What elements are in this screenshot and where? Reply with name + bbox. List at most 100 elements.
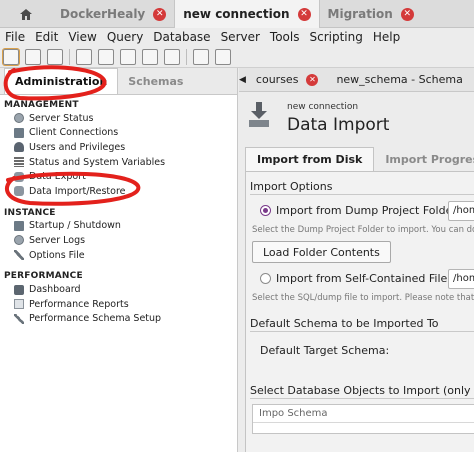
close-icon[interactable]: ✕ bbox=[297, 7, 311, 21]
sidebar-item-status-variables[interactable]: Status and System Variables bbox=[0, 155, 237, 170]
logs-icon bbox=[14, 235, 24, 246]
sidebar-item-data-export[interactable]: Data Export bbox=[0, 169, 237, 184]
toolbar bbox=[0, 46, 474, 68]
reconnect-icon[interactable] bbox=[215, 48, 231, 65]
sidebar-item-performance-schema-setup[interactable]: Performance Schema Setup bbox=[0, 312, 237, 327]
sidebar-item-options-file[interactable]: Options File bbox=[0, 248, 237, 263]
sidebar-item-label: Data Import/Restore bbox=[29, 185, 126, 197]
create-function-icon[interactable] bbox=[164, 48, 180, 65]
new-sql-tab-icon[interactable] bbox=[2, 47, 20, 66]
self-contained-path-input[interactable]: /home bbox=[448, 269, 474, 289]
toolbar-separator bbox=[69, 48, 70, 65]
toolbar-separator bbox=[186, 48, 187, 65]
dump-folder-path-input[interactable]: /home bbox=[448, 201, 474, 221]
group-divider bbox=[250, 194, 474, 195]
menu-edit[interactable]: Edit bbox=[30, 30, 63, 44]
data-import-header: new connection Data Import bbox=[239, 92, 474, 140]
chevron-left-icon[interactable]: ◀ bbox=[239, 75, 246, 85]
sidebar-item-label: Startup / Shutdown bbox=[29, 220, 121, 232]
performance-header: PERFORMANCE bbox=[4, 271, 83, 282]
connection-tab-label: Migration bbox=[327, 7, 393, 21]
create-table-icon[interactable] bbox=[98, 48, 114, 65]
radio-dump-folder[interactable]: Import from Dump Project Folder bbox=[260, 204, 457, 217]
group-divider bbox=[250, 331, 474, 332]
menu-server[interactable]: Server bbox=[216, 30, 265, 44]
radio-label: Import from Self-Contained File bbox=[276, 272, 448, 285]
wrench-icon bbox=[14, 250, 24, 261]
schema-objects-table[interactable]: Impo Schema bbox=[252, 404, 474, 434]
main-pane: ◀ courses ✕ new_schema - Schema new conn… bbox=[239, 68, 474, 452]
menu-tools[interactable]: Tools bbox=[265, 30, 305, 44]
radio-label: Import from Dump Project Folder bbox=[276, 204, 457, 217]
sidebar-item-label: Server Logs bbox=[29, 234, 86, 246]
sidebar-item-data-import[interactable]: Data Import/Restore bbox=[0, 184, 237, 199]
load-folder-contents-button[interactable]: Load Folder Contents bbox=[252, 241, 391, 263]
sidebar-item-label: Data Export bbox=[29, 171, 86, 183]
sidebar-item-label: Performance Schema Setup bbox=[29, 313, 162, 325]
menu-database[interactable]: Database bbox=[148, 30, 215, 44]
monitor-icon bbox=[14, 127, 24, 138]
inspector-icon[interactable] bbox=[47, 48, 63, 65]
connection-tab-new-connection[interactable]: new connection ✕ bbox=[174, 0, 320, 28]
page-title: Data Import bbox=[287, 115, 390, 135]
startup-icon bbox=[14, 220, 24, 231]
sidebar-item-label: Client Connections bbox=[29, 127, 119, 139]
sidebar-item-users-privileges[interactable]: Users and Privileges bbox=[0, 140, 237, 155]
default-target-schema-label: Default Target Schema: bbox=[260, 344, 390, 357]
radio-button-selected[interactable] bbox=[260, 205, 271, 216]
sidebar-tabs: Administration Schemas bbox=[0, 68, 237, 95]
radio-button[interactable] bbox=[260, 273, 271, 284]
sidebar-item-client-connections[interactable]: Client Connections bbox=[0, 126, 237, 141]
doc-tab-label: new_schema - Schema bbox=[336, 73, 463, 86]
document-tabs: ◀ courses ✕ new_schema - Schema bbox=[239, 68, 474, 92]
doc-tab-label: courses bbox=[255, 73, 299, 86]
sidebar-item-dashboard[interactable]: Dashboard bbox=[0, 282, 237, 297]
instance-header: INSTANCE bbox=[0, 207, 237, 219]
sidebar-item-label: Status and System Variables bbox=[29, 156, 166, 168]
create-schema-icon[interactable] bbox=[76, 48, 92, 65]
home-icon bbox=[20, 8, 32, 20]
sidebar-item-label: Options File bbox=[29, 249, 85, 261]
close-icon[interactable]: ✕ bbox=[306, 73, 319, 86]
connection-tab-label: DockerHealy bbox=[60, 7, 146, 21]
users-icon bbox=[14, 142, 24, 153]
search-table-data-icon[interactable] bbox=[193, 48, 209, 65]
data-import-icon bbox=[249, 102, 269, 127]
server-status-icon bbox=[14, 113, 24, 124]
tab-schemas[interactable]: Schemas bbox=[118, 68, 193, 94]
navigator-sidebar: Administration Schemas MANAGEMENT Server… bbox=[0, 68, 238, 452]
self-contained-hint: Select the SQL/dump file to import. Plea… bbox=[252, 293, 474, 303]
export-icon bbox=[14, 171, 24, 182]
list-icon bbox=[14, 157, 24, 168]
menu-file[interactable]: File bbox=[0, 30, 30, 44]
connection-tab-bar: DockerHealy ✕ new connection ✕ Migration… bbox=[0, 0, 474, 28]
sidebar-item-label: Users and Privileges bbox=[29, 141, 126, 153]
radio-self-contained[interactable]: Import from Self-Contained File bbox=[260, 272, 447, 285]
menu-help[interactable]: Help bbox=[368, 30, 405, 44]
connection-tab-dockerhealy[interactable]: DockerHealy ✕ bbox=[52, 0, 174, 28]
connection-subtitle: new connection bbox=[287, 102, 359, 112]
doc-tab-courses[interactable]: courses ✕ bbox=[246, 73, 327, 86]
sidebar-item-label: Dashboard bbox=[29, 284, 81, 296]
menu-scripting[interactable]: Scripting bbox=[304, 30, 367, 44]
open-sql-script-icon[interactable] bbox=[25, 48, 41, 65]
sidebar-item-server-logs[interactable]: Server Logs bbox=[0, 233, 237, 248]
close-icon[interactable]: ✕ bbox=[153, 7, 167, 21]
doc-tab-new-schema[interactable]: new_schema - Schema bbox=[326, 73, 474, 86]
menu-view[interactable]: View bbox=[63, 30, 101, 44]
tab-administration[interactable]: Administration bbox=[4, 68, 119, 94]
close-icon[interactable]: ✕ bbox=[400, 7, 414, 21]
tab-import-from-disk[interactable]: Import from Disk bbox=[245, 147, 375, 171]
sidebar-item-performance-reports[interactable]: Performance Reports bbox=[0, 297, 237, 312]
group-divider bbox=[250, 398, 474, 399]
create-view-icon[interactable] bbox=[120, 48, 136, 65]
tab-import-progress[interactable]: Import Progress bbox=[374, 147, 474, 171]
connection-tab-migration[interactable]: Migration ✕ bbox=[320, 0, 422, 28]
home-button[interactable] bbox=[0, 0, 52, 28]
create-procedure-icon[interactable] bbox=[142, 48, 158, 65]
sidebar-item-startup-shutdown[interactable]: Startup / Shutdown bbox=[0, 219, 237, 234]
objects-title: Select Database Objects to Import (only … bbox=[250, 384, 474, 397]
sidebar-item-server-status[interactable]: Server Status bbox=[0, 111, 237, 126]
menu-query[interactable]: Query bbox=[102, 30, 148, 44]
management-header: MANAGEMENT bbox=[4, 100, 79, 110]
